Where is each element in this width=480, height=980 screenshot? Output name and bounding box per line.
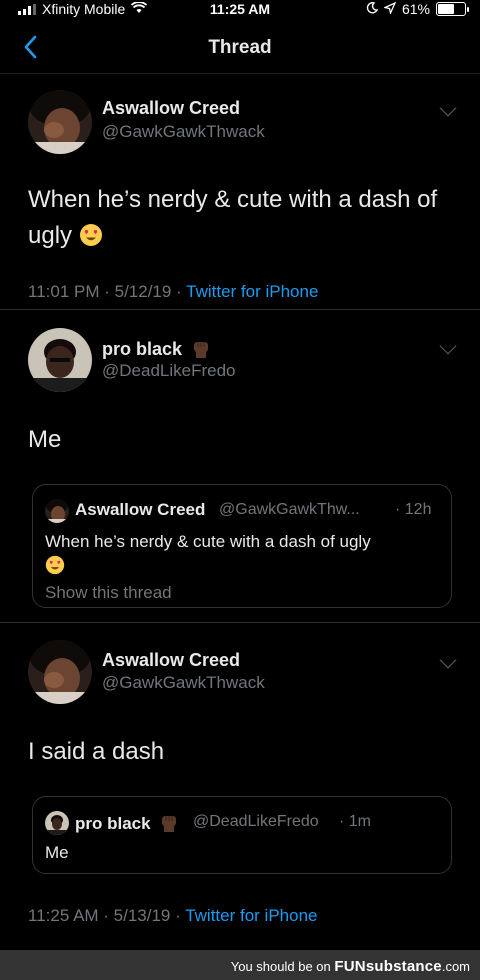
tweet-text: When he’s nerdy & cute with a dash of ug… xyxy=(28,182,456,254)
watermark-brand: FUNsubstance xyxy=(334,958,442,975)
display-name-text: pro black xyxy=(102,339,183,359)
quoted-text: When he’s nerdy & cute with a dash of ug… xyxy=(45,530,439,578)
tweet-1[interactable]: Aswallow Creed @GawkGawkThwack When he’s… xyxy=(0,78,480,308)
display-name[interactable]: pro black xyxy=(102,338,211,360)
nav-bar: Thread xyxy=(0,28,480,74)
source-link[interactable]: Twitter for iPhone xyxy=(185,906,317,925)
tweet-3[interactable]: Aswallow Creed @GawkGawkThwack I said a … xyxy=(0,626,480,946)
raised-fist-emoji xyxy=(194,342,209,358)
location-arrow-icon xyxy=(382,1,397,17)
status-bar: Xfinity Mobile 11:25 AM 61% xyxy=(0,0,480,18)
watermark-text: You should be on FUNsubstance.com xyxy=(231,958,470,975)
quoted-text: Me xyxy=(45,843,69,862)
avatar[interactable] xyxy=(28,640,92,704)
chevron-down-icon[interactable] xyxy=(439,337,457,355)
username[interactable]: @DeadLikeFredo xyxy=(102,361,236,381)
watermark-footer: You should be on FUNsubstance.com xyxy=(0,950,480,980)
status-right: 61% xyxy=(366,1,469,17)
timestamp: 11:01 PM · 5/12/19 · xyxy=(28,282,182,301)
page-title: Thread xyxy=(208,37,272,58)
tweet-2[interactable]: pro black @DeadLikeFredo Me Aswallow Cre… xyxy=(0,312,480,622)
quoted-tweet[interactable]: pro black @DeadLikeFredo · 1m Me xyxy=(32,796,452,874)
divider xyxy=(0,622,480,623)
watermark-prefix: You should be on xyxy=(230,959,331,974)
avatar[interactable] xyxy=(28,90,92,154)
chevron-down-icon[interactable] xyxy=(439,99,457,117)
quoted-display-name-text: pro black xyxy=(75,814,151,833)
tweet-meta: 11:01 PM · 5/12/19 · Twitter for iPhone xyxy=(28,282,318,302)
display-name[interactable]: Aswallow Creed xyxy=(102,650,240,671)
battery-fill xyxy=(438,4,454,14)
tweet-meta: 11:25 AM · 5/13/19 · Twitter for iPhone xyxy=(28,906,317,926)
battery-percent: 61% xyxy=(401,1,430,17)
raised-fist-emoji xyxy=(162,816,177,832)
avatar[interactable] xyxy=(28,328,92,392)
chevron-down-icon[interactable] xyxy=(439,651,457,669)
quoted-tweet[interactable]: Aswallow Creed @GawkGawkThw... · 12h Whe… xyxy=(32,484,452,608)
moon-icon xyxy=(366,1,379,17)
username[interactable]: @GawkGawkThwack xyxy=(102,673,265,693)
battery-icon xyxy=(436,2,469,16)
heart-eyes-emoji xyxy=(45,555,65,575)
quoted-avatar[interactable] xyxy=(45,499,69,523)
quoted-display-name[interactable]: pro black xyxy=(75,812,179,834)
quoted-username[interactable]: @DeadLikeFredo xyxy=(193,813,319,831)
divider xyxy=(0,309,480,310)
source-link[interactable]: Twitter for iPhone xyxy=(186,282,318,301)
timestamp: 11:25 AM · 5/13/19 · xyxy=(28,906,181,925)
quoted-age: · 1m xyxy=(339,813,371,830)
quoted-username[interactable]: @GawkGawkThw... xyxy=(219,501,360,519)
show-thread-link[interactable]: Show this thread xyxy=(45,583,172,603)
heart-eyes-emoji xyxy=(79,224,102,246)
quoted-age: · 12h xyxy=(395,501,432,518)
quoted-display-name[interactable]: Aswallow Creed xyxy=(75,500,205,520)
username[interactable]: @GawkGawkThwack xyxy=(102,122,265,142)
quoted-text-content: When he’s nerdy & cute with a dash of ug… xyxy=(45,532,371,551)
tweet-text: Me xyxy=(28,426,62,453)
watermark-suffix: .com xyxy=(441,959,470,974)
quoted-avatar[interactable] xyxy=(45,811,69,835)
tweet-text: I said a dash xyxy=(28,738,165,765)
display-name[interactable]: Aswallow Creed xyxy=(102,98,240,119)
